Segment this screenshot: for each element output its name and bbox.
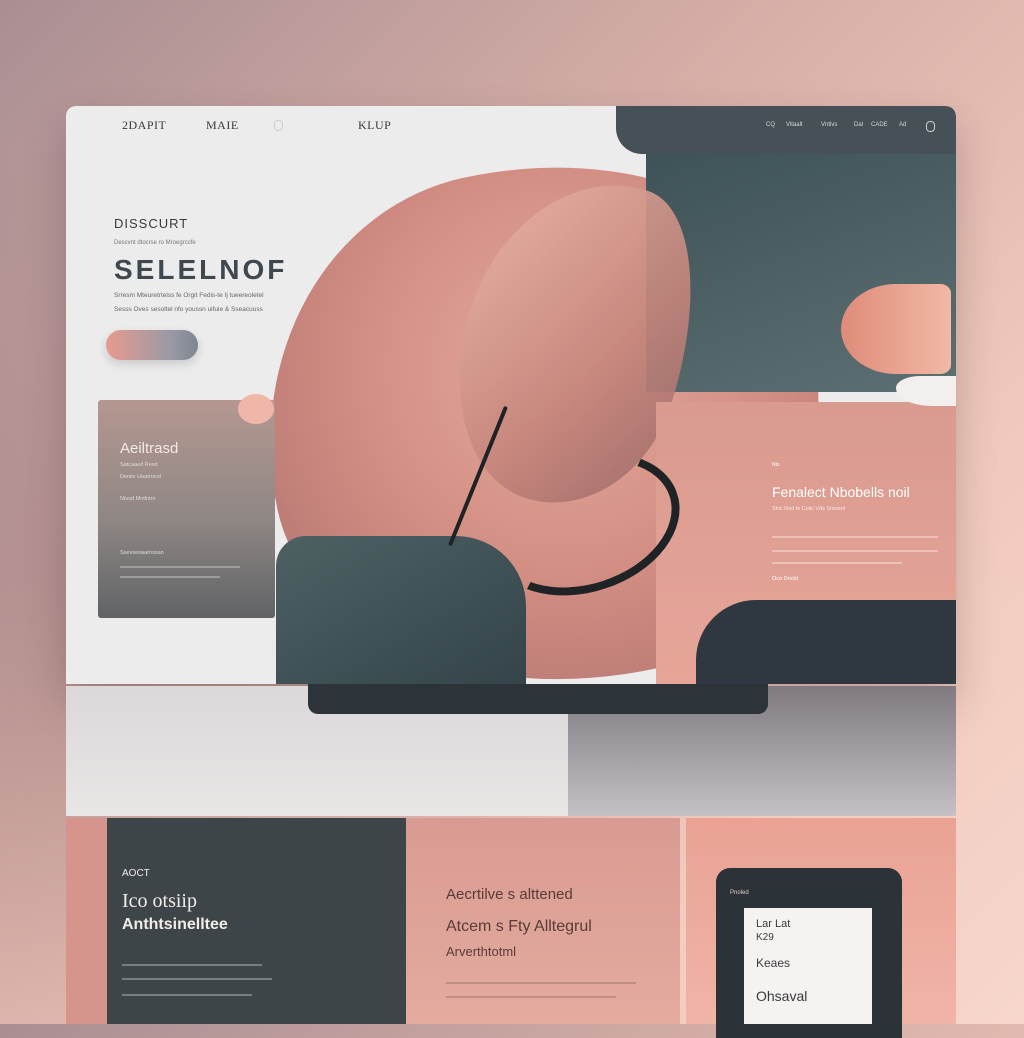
accent-dot <box>238 394 274 424</box>
nav-dark-tab: CQ Vitaalt Vntlvs Dal CADE Ad <box>616 106 956 154</box>
hero-panel: 2DAPIT MAIE KLUP CQ Vitaalt Vntlvs Dal C… <box>66 106 956 684</box>
user-icon[interactable] <box>274 120 283 131</box>
bottom-mid-line <box>446 982 636 984</box>
phone-text-4: Ohsaval <box>756 988 808 1004</box>
feature-title: Fenalect Nbobells noil <box>772 484 910 500</box>
phone-brand: Pnoled <box>730 890 749 896</box>
phone-text-3: Keaes <box>756 956 791 970</box>
account-icon[interactable] <box>926 121 935 132</box>
side-card-title: Aeiltrasd <box>120 440 179 457</box>
feature-text-line <box>772 536 938 538</box>
top-nav: 2DAPIT MAIE KLUP CQ Vitaalt Vntlvs Dal C… <box>66 106 956 154</box>
hero-footer-strip <box>308 684 768 714</box>
nav-right-link-3[interactable]: Vntlvs <box>821 122 837 128</box>
feature-text-line <box>772 562 902 564</box>
side-card-rule <box>120 576 220 578</box>
bottom-mid-line <box>446 996 616 998</box>
phone-card[interactable]: Lar Lat K29 Keaes Ohsaval <box>744 908 872 1024</box>
side-card-meta-4: Ssevseoaarnssan <box>120 550 164 556</box>
hero-eyebrow: DISSCURT <box>114 216 189 231</box>
teal-blob <box>276 536 526 684</box>
feature-subtitle: Sfot Slod fs Colic Vds Srsoeol <box>772 506 846 512</box>
bottom-text-line <box>122 978 272 980</box>
side-card-meta-2: Deniie Ueatrrscd <box>120 474 161 480</box>
bottom-text-line <box>122 964 262 966</box>
bottom-mid-sub-1: Atcem s Fty Alltegrul <box>446 918 592 935</box>
feature-text-line <box>772 550 938 552</box>
phone-text-1: Lar Lat <box>756 918 791 930</box>
bottom-text-line <box>122 994 252 996</box>
hero-kicker: Descvnt dtocrse ro Mroegrccfe <box>114 240 196 246</box>
nav-right-link-6[interactable]: Ad <box>899 122 906 128</box>
feature-more-link[interactable]: Oco Dnctd <box>772 576 798 582</box>
hero-cta-button[interactable] <box>106 330 198 360</box>
bottom-kicker: AOCT <box>122 868 150 879</box>
bottom-mid-sub-2: Arverthtotml <box>446 944 517 959</box>
bottom-title-2: Anthtsinelltee <box>122 916 228 933</box>
hero-lead-1: Srresm Mteuretrtelss fe Orgit Fedis-te I… <box>114 292 264 299</box>
bottom-card-phone: Pnoled Lar Lat K29 Keaes Ohsaval <box>686 818 956 1038</box>
nav-right-link-1[interactable]: CQ <box>766 122 775 128</box>
side-card[interactable]: Aeiltrasd Satcaaed Resd Deniie Ueatrrscd… <box>98 394 275 618</box>
logo[interactable]: 2DAPIT <box>122 118 166 133</box>
side-card-meta-3: Ntvsd Mntlntnr <box>120 496 156 502</box>
fabric-roll <box>841 284 951 374</box>
bottom-card-pink: Aecrtilve s alttened Atcem s Fty Alltegr… <box>406 818 680 1024</box>
nav-right-link-2[interactable]: Vitaalt <box>786 122 803 128</box>
side-card-rule <box>120 566 240 568</box>
hero-lead-2: Sesss Oves sesoltel nfo youssn uifuie & … <box>114 306 263 313</box>
side-card-meta-1: Satcaaed Resd <box>120 462 158 468</box>
nav-right-link-4[interactable]: Dal <box>854 122 863 128</box>
dark-base-shape <box>696 600 956 684</box>
hero-headline: SELELNOF <box>114 254 288 285</box>
bottom-mid-title: Aecrtilve s alttened <box>446 886 573 903</box>
phone-text-2: K29 <box>756 932 774 943</box>
bottom-title-1: Ico otsiip <box>122 890 197 912</box>
bottom-card-dark: AOCT Ico otsiip Anthtsinelltee <box>66 818 406 1024</box>
feature-tag: Nts <box>772 462 780 468</box>
nav-link-2[interactable]: KLUP <box>358 118 391 133</box>
nav-right-link-5[interactable]: CADE <box>871 122 888 128</box>
nav-link-1[interactable]: MAIE <box>206 118 239 133</box>
